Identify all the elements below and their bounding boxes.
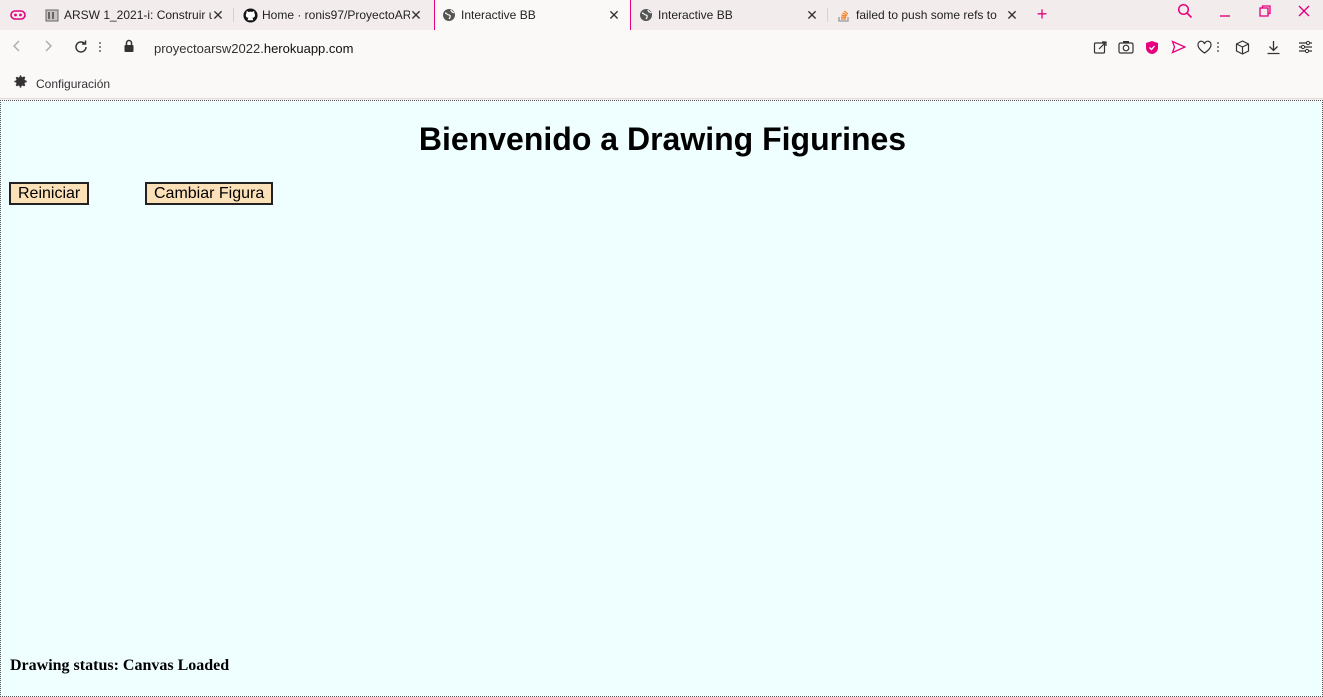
tab-interactive-bb-active[interactable]: Interactive BB ✕ (434, 0, 631, 30)
tab-title: Interactive BB (658, 8, 733, 22)
github-icon (242, 7, 258, 23)
forward-icon[interactable] (38, 39, 58, 59)
vpn-shield-icon[interactable] (1143, 40, 1161, 58)
download-icon[interactable] (1264, 40, 1282, 58)
tab-title: failed to push some refs to (856, 8, 997, 22)
stackoverflow-icon (836, 7, 852, 23)
camera-icon[interactable] (1117, 40, 1135, 58)
minimize-window-icon[interactable] (1213, 3, 1237, 25)
globe-icon (441, 7, 457, 23)
gx-logo-icon (10, 7, 26, 23)
close-tab-icon[interactable]: ✕ (408, 7, 424, 23)
reset-button[interactable]: Reiniciar (9, 182, 90, 205)
easy-setup-icon[interactable] (1296, 40, 1314, 58)
moodle-icon (44, 7, 60, 23)
url-domain: herokuapp.com (263, 41, 354, 56)
bookmark-settings[interactable]: Configuración (12, 74, 110, 93)
tab-title: Home · ronis97/ProyectoAR (262, 8, 410, 22)
url-field[interactable]: proyectoarsw2022.herokuapp.com (154, 41, 353, 56)
reload-icon[interactable] (71, 39, 91, 59)
search-tabs-icon[interactable] (1173, 3, 1197, 25)
opera-menu-button[interactable] (10, 0, 32, 30)
lock-icon[interactable] (119, 39, 139, 59)
gear-icon (12, 74, 28, 93)
drawing-status: Drawing status: Canvas Loaded (10, 657, 230, 674)
change-figure-button[interactable]: Cambiar Figura (145, 182, 274, 205)
restore-window-icon[interactable] (1253, 3, 1277, 25)
heart-icon[interactable] (1195, 40, 1213, 58)
tab-title: ARSW 1_2021-i: Construir u (64, 8, 212, 22)
send-flow-icon[interactable] (1169, 40, 1187, 58)
tab-arsw[interactable]: ARSW 1_2021-i: Construir u ✕ (44, 0, 234, 30)
cube-extensions-icon[interactable] (1233, 40, 1251, 58)
tab-stackoverflow[interactable]: failed to push some refs to ✕ (836, 0, 1028, 30)
tab-interactive-bb[interactable]: Interactive BB ✕ (638, 0, 828, 30)
bookmark-label: Configuración (36, 76, 111, 91)
close-tab-icon[interactable]: ✕ (1004, 7, 1020, 23)
page-title: Bienvenido a Drawing Figurines (418, 121, 907, 157)
more-options-icon[interactable] (94, 39, 106, 59)
drawing-canvas[interactable] (1, 211, 1322, 641)
new-tab-plus-icon[interactable]: + (1033, 4, 1051, 24)
tab-bar: ARSW 1_2021-i: Construir u ✕ Home · roni… (0, 0, 1323, 30)
close-tab-icon[interactable]: ✕ (804, 7, 820, 23)
share-icon[interactable] (1091, 40, 1109, 58)
more-toolbar-icon[interactable] (1214, 40, 1222, 58)
address-bar: proyectoarsw2022.herokuapp.com (0, 30, 1323, 68)
close-window-icon[interactable] (1292, 3, 1316, 25)
tab-github[interactable]: Home · ronis97/ProyectoAR ✕ (242, 0, 432, 30)
back-icon[interactable] (7, 39, 27, 59)
close-tab-icon[interactable]: ✕ (606, 7, 622, 23)
tab-title: Interactive BB (461, 8, 536, 22)
close-tab-icon[interactable]: ✕ (210, 7, 226, 23)
globe-icon (638, 7, 654, 23)
url-subdomain: proyectoarsw2022. (154, 41, 264, 56)
bookmarks-bar: Configuración (0, 68, 1323, 99)
page-viewport: Bienvenido a Drawing Figurines Reiniciar… (0, 100, 1323, 697)
